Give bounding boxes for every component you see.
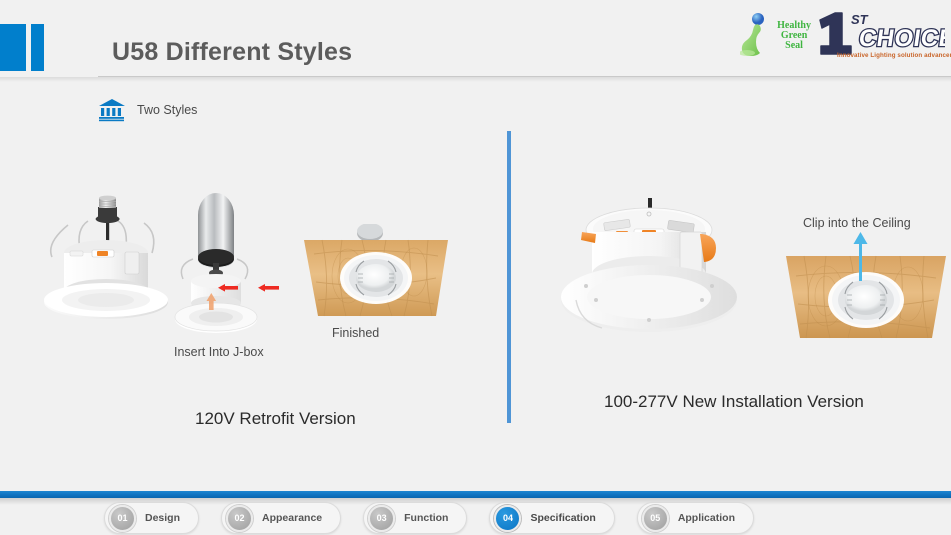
nav-item-function[interactable]: 03 Function bbox=[363, 502, 468, 534]
left-panel-title: 120V Retrofit Version bbox=[195, 409, 356, 428]
seal-mascot-icon bbox=[740, 13, 765, 56]
logo-group: Healthy Green Seal ST CHOICE Innovative … bbox=[740, 4, 951, 68]
nav-label-function: Function bbox=[404, 512, 449, 524]
insert-into-jbox-image bbox=[174, 193, 279, 333]
footer-divider-bar bbox=[0, 491, 951, 498]
nav-item-specification[interactable]: 04 Specification bbox=[489, 502, 615, 534]
seal-line-3: Seal bbox=[785, 40, 803, 51]
annotation-clip-into-ceiling: Clip into the Ceiling bbox=[803, 216, 911, 230]
nav-number-02: 02 bbox=[226, 504, 254, 532]
seal-text: Healthy Green Seal bbox=[777, 21, 811, 51]
bank-columns-icon bbox=[99, 99, 125, 122]
new-installation-fixture-image bbox=[561, 198, 737, 332]
nav-label-specification: Specification bbox=[530, 512, 596, 524]
red-arrow-right bbox=[258, 284, 279, 292]
nav-label-design: Design bbox=[145, 512, 181, 524]
right-panel-title: 100-277V New Installation Version bbox=[604, 392, 864, 411]
first-choice-logo: ST CHOICE Innovative Lighting solution a… bbox=[815, 10, 951, 62]
caption-finished: Finished bbox=[332, 326, 380, 340]
nav-item-application[interactable]: 05 Application bbox=[636, 502, 754, 534]
nav-number-05: 05 bbox=[641, 504, 669, 532]
vertical-divider bbox=[507, 131, 511, 423]
clip-into-ceiling-arrow-icon bbox=[853, 232, 868, 281]
svg-text:CHOICE: CHOICE bbox=[857, 25, 945, 52]
healthy-green-seal-logo: Healthy Green Seal bbox=[740, 12, 811, 60]
subtitle-row: Two Styles bbox=[98, 98, 197, 122]
page-title: U58 Different Styles bbox=[112, 38, 353, 66]
header-shadow bbox=[0, 77, 951, 82]
header-accent-bar-1 bbox=[0, 24, 26, 71]
nav-number-03: 03 bbox=[368, 504, 396, 532]
nav-label-application: Application bbox=[677, 512, 735, 524]
first-choice-wordmark-icon: ST CHOICE bbox=[819, 12, 951, 55]
header-accent-bar-2 bbox=[31, 24, 44, 71]
slide-canvas: U58 Different Styles Healthy Green Seal … bbox=[0, 0, 951, 535]
nav-label-appearance: Appearance bbox=[262, 512, 323, 524]
footer-nav[interactable]: 01 Design 02 Appearance 03 Function 04 S… bbox=[104, 502, 754, 534]
nav-number-01: 01 bbox=[109, 504, 136, 532]
finished-ceiling-panel-image bbox=[304, 224, 448, 317]
subtitle-label: Two Styles bbox=[137, 103, 198, 117]
brand-tagline: Innovative Lighting solution advancement… bbox=[837, 52, 951, 59]
nav-item-design[interactable]: 01 Design bbox=[104, 502, 200, 534]
nav-item-appearance[interactable]: 02 Appearance bbox=[221, 502, 342, 534]
nav-number-04: 04 bbox=[494, 504, 522, 532]
caption-insert-into-jbox: Insert Into J-box bbox=[174, 345, 264, 359]
